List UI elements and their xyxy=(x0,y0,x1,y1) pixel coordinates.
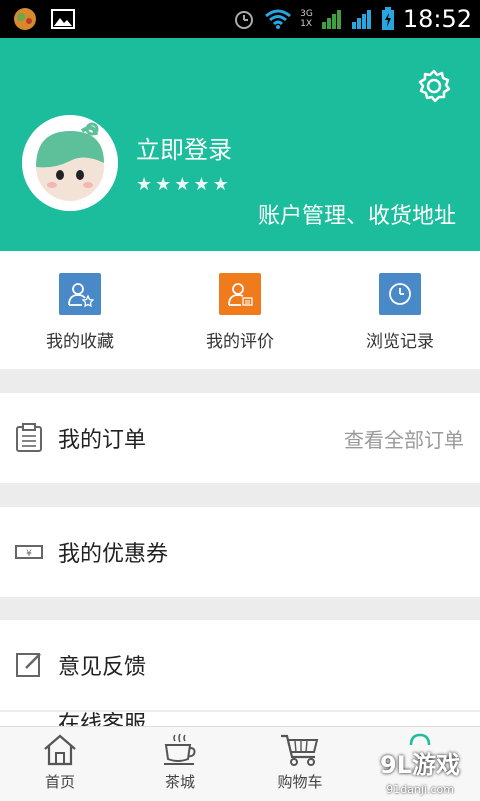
login-link[interactable]: 立即登录 xyxy=(136,130,232,165)
network-type: 3G 1X xyxy=(300,9,313,29)
favorites-label: 我的收藏 xyxy=(46,332,114,352)
coupon-icon: ¥ xyxy=(15,545,43,559)
quick-actions: 我的收藏 我的评价 浏览记录 xyxy=(0,251,480,369)
avatar[interactable] xyxy=(22,115,118,211)
tab-tea-city[interactable]: 茶城 xyxy=(120,727,240,801)
customer-service-label: 在线客服 xyxy=(58,712,147,726)
tab-home-label: 首页 xyxy=(44,773,75,791)
status-right: 3G 1X 18:52 xyxy=(232,0,472,38)
orders-row[interactable]: 我的订单 查看全部订单 xyxy=(0,393,480,483)
feedback-label: 意见反馈 xyxy=(58,655,147,680)
coupons-label: 我的优惠券 xyxy=(58,542,169,567)
signal-2-icon xyxy=(351,10,371,29)
customer-service-row[interactable]: 在线客服 xyxy=(0,712,480,726)
coupons-row[interactable]: ¥ 我的优惠券 xyxy=(0,507,480,597)
signal-icon xyxy=(321,10,341,29)
star-icon: ★ xyxy=(155,174,172,195)
app-notification-icon xyxy=(14,8,36,30)
reviews-button[interactable]: 我的评价 xyxy=(160,251,320,369)
network-1x-label: 1X xyxy=(300,19,313,29)
home-icon xyxy=(44,734,76,766)
settings-gear-icon[interactable] xyxy=(416,68,452,104)
account-management-link[interactable]: 账户管理、收货地址 xyxy=(258,198,456,230)
cart-icon xyxy=(281,734,319,766)
feedback-row[interactable]: 意见反馈 xyxy=(0,620,480,710)
favorites-icon xyxy=(59,273,101,315)
tab-cart-label: 购物车 xyxy=(277,773,323,791)
watermark-url: 91danji.com xyxy=(386,783,454,796)
star-icon: ★ xyxy=(136,174,153,195)
clipboard-icon xyxy=(16,423,42,452)
edit-note-icon xyxy=(16,653,41,677)
wifi-icon xyxy=(265,9,292,29)
reviews-label: 我的评价 xyxy=(206,332,274,352)
image-notification-icon xyxy=(51,9,75,29)
alarm-icon xyxy=(235,11,254,29)
reviews-icon xyxy=(219,273,261,315)
battery-charging-icon xyxy=(381,7,394,30)
orders-label: 我的订单 xyxy=(58,428,147,453)
mascot-avatar-icon xyxy=(22,115,118,211)
tab-home[interactable]: 首页 xyxy=(0,727,120,801)
network-3g-label: 3G xyxy=(300,9,313,19)
history-label: 浏览记录 xyxy=(366,332,434,352)
svg-text:¥: ¥ xyxy=(26,549,32,559)
status-left xyxy=(10,6,76,32)
watermark-logo: 9L游戏 91danji.com xyxy=(330,740,480,800)
profile-header: 立即登录 ★ ★ ★ ★ ★ 账户管理、收货地址 xyxy=(0,38,480,251)
favorites-button[interactable]: 我的收藏 xyxy=(0,251,160,369)
star-icon: ★ xyxy=(193,174,210,195)
history-button[interactable]: 浏览记录 xyxy=(320,251,480,369)
status-bar: 3G 1X 18:52 xyxy=(0,0,480,38)
tab-tea-city-label: 茶城 xyxy=(164,773,195,791)
clock-icon xyxy=(379,273,421,315)
watermark-text: 9L游戏 xyxy=(380,751,460,779)
star-icon: ★ xyxy=(212,174,229,195)
star-icon: ★ xyxy=(174,174,191,195)
tea-cup-icon xyxy=(164,733,196,765)
clock: 18:52 xyxy=(402,5,472,33)
rating-stars: ★ ★ ★ ★ ★ xyxy=(136,176,229,194)
view-all-orders-link[interactable]: 查看全部订单 xyxy=(344,424,464,453)
